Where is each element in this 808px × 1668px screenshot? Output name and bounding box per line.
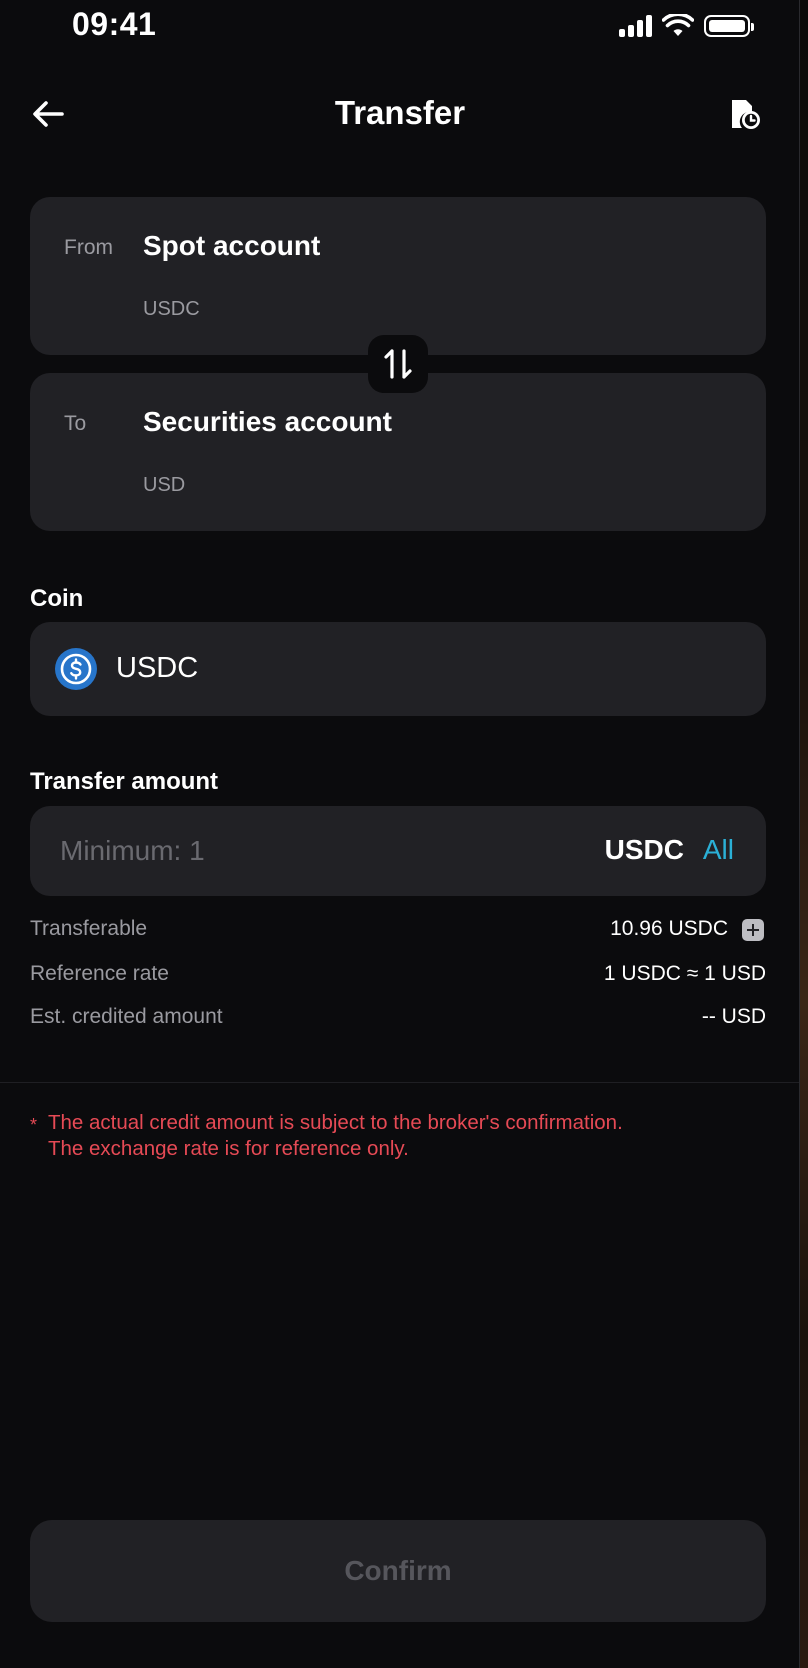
amount-input[interactable] (60, 828, 520, 874)
notice-line-1: The actual credit amount is subject to t… (48, 1111, 623, 1134)
battery-icon (704, 15, 754, 37)
coin-section-label: Coin (30, 585, 84, 612)
amount-field-container: USDC All (30, 806, 766, 896)
page-title: Transfer (334, 94, 466, 131)
to-account-currency: USD (143, 474, 186, 496)
transfer-amount-label: Transfer amount (30, 768, 219, 795)
divider (0, 1082, 800, 1083)
document-clock-icon (732, 100, 760, 129)
selected-coin: USDC (116, 652, 199, 684)
status-icons (619, 14, 754, 38)
to-label: To (64, 412, 87, 435)
notice-line-2: The exchange rate is for reference only. (48, 1137, 409, 1160)
from-account-currency: USDC (143, 298, 200, 320)
to-account-name: Securities account (143, 406, 392, 437)
from-label: From (64, 236, 113, 259)
disclaimer-notice: * The actual credit amount is subject to… (30, 1110, 750, 1162)
credited-amount-label: Est. credited amount (30, 1005, 223, 1028)
status-time: 09:41 (72, 6, 157, 42)
reference-rate-value: 1 USDC ≈ 1 USD (603, 962, 766, 985)
transferable-value: 10.96 USDC (610, 917, 728, 940)
coin-selector[interactable]: USDC (30, 622, 766, 716)
confirm-button[interactable]: Confirm (30, 1520, 766, 1622)
asterisk: * (30, 1115, 38, 1135)
amount-unit: USDC (604, 834, 684, 865)
swap-accounts-button[interactable] (368, 335, 428, 393)
from-account-card[interactable]: From Spot account USDC (30, 197, 766, 355)
usdc-coin-icon (55, 648, 97, 690)
from-account-name: Spot account (143, 230, 321, 261)
device-edge (800, 0, 808, 1668)
swap-vertical-icon (384, 349, 412, 379)
transfer-screen: 09:41 Transfer From Spot account USDC To… (0, 0, 800, 1668)
transferable-label: Transferable (30, 917, 148, 940)
to-account-card[interactable]: To Securities account USD (30, 373, 766, 531)
wifi-icon (662, 14, 694, 36)
all-button[interactable]: All (703, 834, 734, 866)
transfer-history-button[interactable] (726, 96, 762, 132)
plus-icon[interactable] (742, 919, 764, 941)
reference-rate-label: Reference rate (30, 962, 169, 985)
cellular-signal-icon (619, 15, 652, 37)
credited-amount-value: -- USD (701, 1005, 766, 1028)
